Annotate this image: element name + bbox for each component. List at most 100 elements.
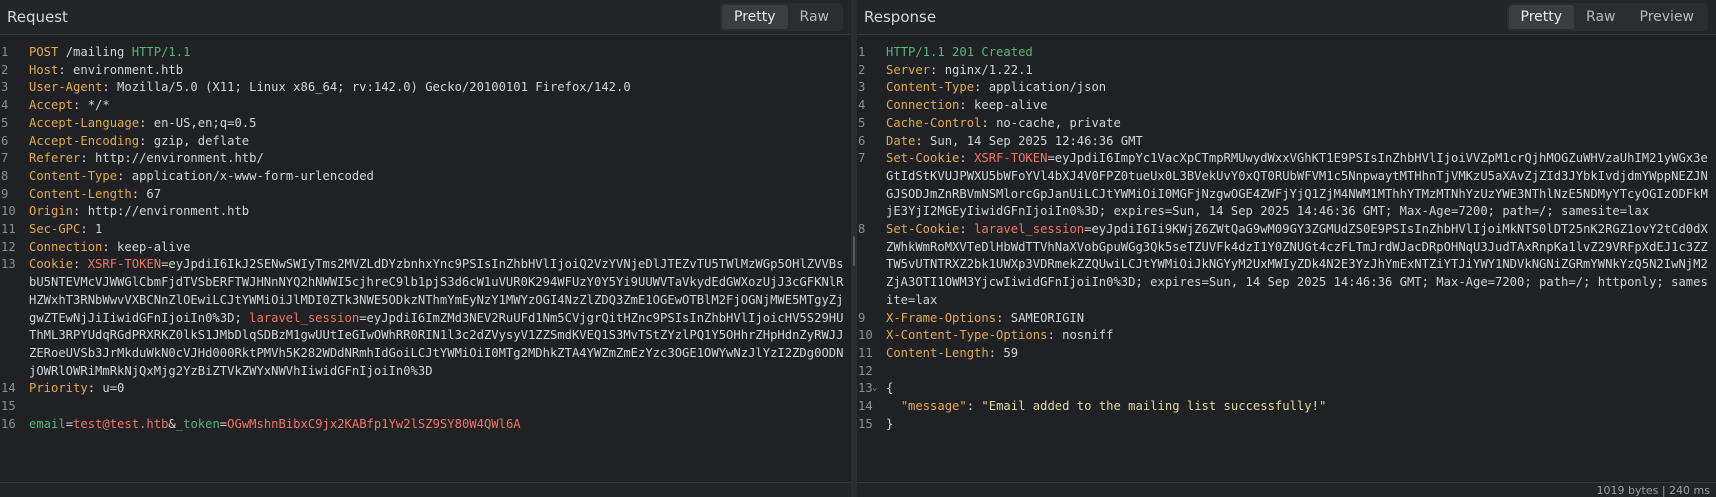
- token: : http://environment.htb/: [80, 151, 264, 166]
- code-line: 9 X-Frame-Options: SAMEORIGIN: [857, 310, 1716, 328]
- fold-gutter: [872, 44, 886, 62]
- request-pane: Request Pretty Raw 1 POST /mailing HTTP/1…: [0, 0, 851, 497]
- line-number: 8: [1, 168, 9, 183]
- fold-gutter: [872, 97, 886, 115]
- line-text: Connection: keep-alive: [29, 239, 851, 257]
- token: Server: [886, 62, 931, 77]
- line-number: 5: [1, 115, 9, 130]
- fold-gutter: [15, 186, 29, 204]
- token: laravel_session: [249, 310, 360, 325]
- fold-gutter: [872, 133, 886, 151]
- token: _token: [175, 416, 220, 431]
- token: Origin: [29, 204, 74, 219]
- token: : Sun, 14 Sep 2025 12:46:36 GMT: [915, 133, 1143, 148]
- fold-gutter: [15, 133, 29, 151]
- token: XSRF-TOKEN: [974, 151, 1048, 166]
- line-number: 4: [1, 98, 9, 113]
- line-text: Accept-Language: en-US,en;q=0.5: [29, 115, 851, 133]
- code-line: 10 X-Content-Type-Options: nosniff: [857, 327, 1716, 345]
- token: Content-Type: [29, 168, 118, 183]
- code-line: 13 Cookie: XSRF-TOKEN=eyJpdiI6IkJ2SENwSWI…: [0, 256, 851, 380]
- tab-raw[interactable]: Raw: [788, 5, 841, 29]
- line-text: email=test@test.htb&_token=OGwMshnBibxC9…: [29, 416, 851, 434]
- tab-pretty[interactable]: Pretty: [1508, 5, 1575, 29]
- line-number: 3: [1, 80, 9, 95]
- response-pane: Response Pretty Raw Preview 1 HTTP/1.1 20…: [857, 0, 1716, 497]
- token: : nosniff: [1047, 328, 1114, 343]
- line-number: 13: [858, 381, 873, 396]
- response-header: Response Pretty Raw Preview: [857, 0, 1716, 35]
- line-text: Server: nginx/1.22.1: [886, 62, 1716, 80]
- fold-gutter: [872, 310, 886, 328]
- fold-gutter: [872, 115, 886, 133]
- token: : keep-alive: [102, 239, 191, 254]
- token: : en-US,en;q=0.5: [139, 115, 257, 130]
- code-line: 2 Server: nginx/1.22.1: [857, 62, 1716, 80]
- line-number: 15: [1, 399, 16, 414]
- line-text: HTTP/1.1 201 Created: [886, 44, 1716, 62]
- fold-gutter: [15, 398, 29, 416]
- line-number: 11: [858, 345, 873, 360]
- token: Connection: [29, 239, 103, 254]
- request-view-tabs: Pretty Raw: [720, 3, 843, 31]
- response-editor[interactable]: 1 HTTP/1.1 201 Created 2 Server: nginx/1.22…: [857, 44, 1716, 433]
- token: Cookie: [29, 257, 74, 272]
- fold-gutter: [872, 363, 886, 381]
- line-number: 4: [858, 98, 866, 113]
- line-text: [29, 398, 851, 416]
- code-line: 5 Accept-Language: en-US,en;q=0.5: [0, 115, 851, 133]
- line-text: }: [886, 416, 1716, 434]
- code-line: 7 Set-Cookie: XSRF-TOKEN=eyJpdiI6ImpYc1Va…: [857, 150, 1716, 221]
- code-line: 7 Referer: http://environment.htb/: [0, 150, 851, 168]
- fold-gutter: [15, 221, 29, 239]
- code-line: 6 Date: Sun, 14 Sep 2025 12:46:36 GMT: [857, 133, 1716, 151]
- token: : application/x-www-form-urlencoded: [117, 168, 374, 183]
- fold-gutter: [872, 150, 886, 221]
- line-text: Cookie: XSRF-TOKEN=eyJpdiI6IkJ2SENwSWIyT…: [29, 256, 851, 380]
- chevron-down-icon[interactable]: ⌄: [872, 380, 886, 398]
- line-text: Connection: keep-alive: [886, 97, 1716, 115]
- line-number: 12: [858, 363, 873, 378]
- tab-raw[interactable]: Raw: [1574, 5, 1627, 29]
- tab-preview[interactable]: Preview: [1628, 5, 1707, 29]
- token: HTTP/1.1: [131, 45, 191, 59]
- token: Content-Type: [886, 80, 975, 95]
- line-text: User-Agent: Mozilla/5.0 (X11; Linux x86_…: [29, 79, 851, 97]
- token: Priority: [29, 381, 88, 396]
- token: }: [886, 416, 894, 431]
- line-text: Content-Type: application/json: [886, 79, 1716, 97]
- line-text: Cache-Control: no-cache, private: [886, 115, 1716, 133]
- line-number: 3: [858, 80, 866, 95]
- line-number: 1: [1, 45, 9, 59]
- response-title: Response: [864, 8, 937, 26]
- request-footer: [0, 482, 851, 497]
- token: : 1: [80, 222, 103, 237]
- token: Accept-Language: [29, 115, 140, 130]
- response-footer: 1019 bytes | 240 ms: [857, 482, 1716, 497]
- line-text: POST /mailing HTTP/1.1: [29, 44, 851, 62]
- http-editor: Request Pretty Raw 1 POST /mailing HTTP/1…: [0, 0, 1716, 497]
- code-line: 1 POST /mailing HTTP/1.1: [0, 44, 851, 62]
- line-number: 1: [858, 45, 866, 59]
- token: : keep-alive: [959, 98, 1048, 113]
- code-line: 5 Cache-Control: no-cache, private: [857, 115, 1716, 133]
- token: Sec-GPC: [29, 222, 81, 237]
- code-line: 10 Origin: http://environment.htb: [0, 203, 851, 221]
- code-line: 11 Sec-GPC: 1: [0, 221, 851, 239]
- line-number: 6: [1, 133, 9, 148]
- tab-pretty[interactable]: Pretty: [722, 5, 788, 29]
- code-line: 9 Content-Length: 67: [0, 186, 851, 204]
- line-text: Content-Length: 67: [29, 186, 851, 204]
- code-line: 4 Accept: */*: [0, 97, 851, 115]
- line-text: "message": "Email added to the mailing l…: [886, 398, 1716, 416]
- token: : u=0: [87, 381, 125, 396]
- fold-gutter: [15, 97, 29, 115]
- token: Accept: [29, 98, 74, 113]
- token: : no-cache, private: [981, 115, 1121, 130]
- request-editor[interactable]: 1 POST /mailing HTTP/1.1 2 Host: environmen…: [0, 44, 851, 433]
- token: &: [168, 416, 176, 431]
- token: :: [959, 151, 975, 166]
- line-number: 16: [1, 416, 16, 431]
- line-text: Date: Sun, 14 Sep 2025 12:46:36 GMT: [886, 133, 1716, 151]
- line-number: 7: [858, 151, 866, 166]
